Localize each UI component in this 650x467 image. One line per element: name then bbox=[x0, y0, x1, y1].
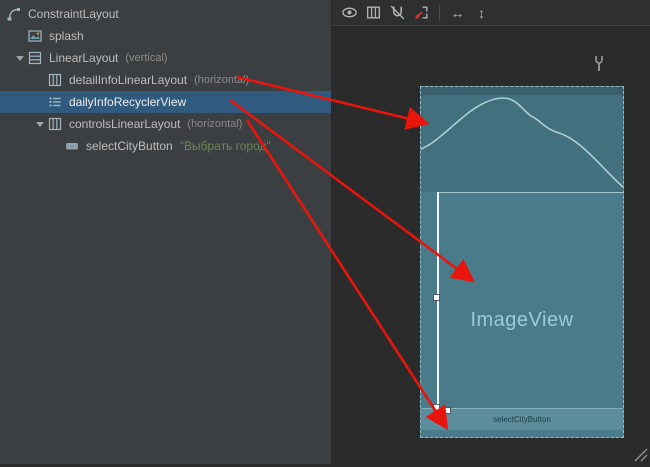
vertical-resize-icon[interactable]: ↕ bbox=[472, 3, 491, 22]
linear-layout-vertical-icon bbox=[27, 50, 43, 66]
device-preview[interactable]: ImageView selectCityButton bbox=[420, 86, 624, 438]
imageview-placeholder-label: ImageView bbox=[421, 309, 623, 332]
detail-info-chart-area[interactable] bbox=[421, 87, 623, 192]
chevron-down-icon[interactable] bbox=[33, 117, 47, 131]
status-bar-strip bbox=[421, 87, 623, 95]
linear-layout-horizontal-icon bbox=[47, 116, 63, 132]
tree-item-detailinfolinearlayout[interactable]: detailInfoLinearLayout (horizontal) bbox=[0, 69, 331, 91]
component-tree-panel: ConstraintLayout splash LinearLayout (ve… bbox=[0, 0, 332, 464]
tree-item-splash[interactable]: splash bbox=[0, 25, 331, 47]
horizontal-resize-icon[interactable]: ↔ bbox=[448, 3, 467, 22]
resize-handle-bottom-left[interactable] bbox=[433, 404, 440, 411]
autoconnect-off-icon[interactable] bbox=[388, 3, 407, 22]
recycler-view-icon bbox=[47, 94, 63, 110]
resize-handle-bottom[interactable] bbox=[444, 407, 451, 414]
tree-item-label: dailyInfoRecyclerView bbox=[69, 95, 186, 109]
tree-item-selectcitybutton[interactable]: selectCityButton "Выбрать город" bbox=[0, 135, 331, 157]
wrench-icon[interactable] bbox=[592, 55, 606, 72]
image-icon bbox=[27, 28, 43, 44]
tree-item-label: splash bbox=[49, 29, 84, 43]
tree-item-meta: (vertical) bbox=[125, 52, 167, 64]
region-divider-line bbox=[437, 192, 623, 193]
button-icon bbox=[64, 138, 80, 154]
tree-item-label: ConstraintLayout bbox=[28, 7, 119, 21]
tree-item-meta: (horizontal) bbox=[194, 74, 249, 86]
tree-item-controlslinearlayout[interactable]: controlsLinearLayout (horizontal) bbox=[0, 113, 331, 135]
tree-item-dailyinforecyclerview[interactable]: dailyInfoRecyclerView bbox=[0, 91, 331, 113]
linear-layout-horizontal-icon bbox=[47, 72, 63, 88]
view-options-icon[interactable] bbox=[340, 3, 359, 22]
clear-constraints-icon[interactable] bbox=[412, 3, 431, 22]
select-city-button-preview[interactable]: selectCityButton bbox=[421, 408, 623, 430]
tree-item-meta: (horizontal) bbox=[187, 118, 242, 130]
design-toolbar: ↔ ↕ bbox=[332, 0, 650, 26]
tree-item-label: LinearLayout bbox=[49, 51, 118, 65]
tree-item-text-value: "Выбрать город" bbox=[180, 139, 271, 153]
constraint-layout-icon bbox=[6, 6, 22, 22]
resize-grip-icon[interactable] bbox=[632, 446, 648, 462]
tree-item-label: detailInfoLinearLayout bbox=[69, 73, 187, 87]
tree-item-linearlayout[interactable]: LinearLayout (vertical) bbox=[0, 47, 331, 69]
blueprint-mode-icon[interactable] bbox=[364, 3, 383, 22]
toolbar-separator bbox=[439, 5, 440, 21]
resize-handle-left[interactable] bbox=[433, 294, 440, 301]
tree-item-label: selectCityButton bbox=[86, 139, 173, 153]
tree-item-label: controlsLinearLayout bbox=[69, 117, 180, 131]
tree-item-constraintlayout[interactable]: ConstraintLayout bbox=[0, 3, 331, 25]
select-city-button-label: selectCityButton bbox=[493, 415, 551, 424]
component-tree: ConstraintLayout splash LinearLayout (ve… bbox=[0, 0, 331, 157]
chevron-down-icon[interactable] bbox=[13, 51, 27, 65]
